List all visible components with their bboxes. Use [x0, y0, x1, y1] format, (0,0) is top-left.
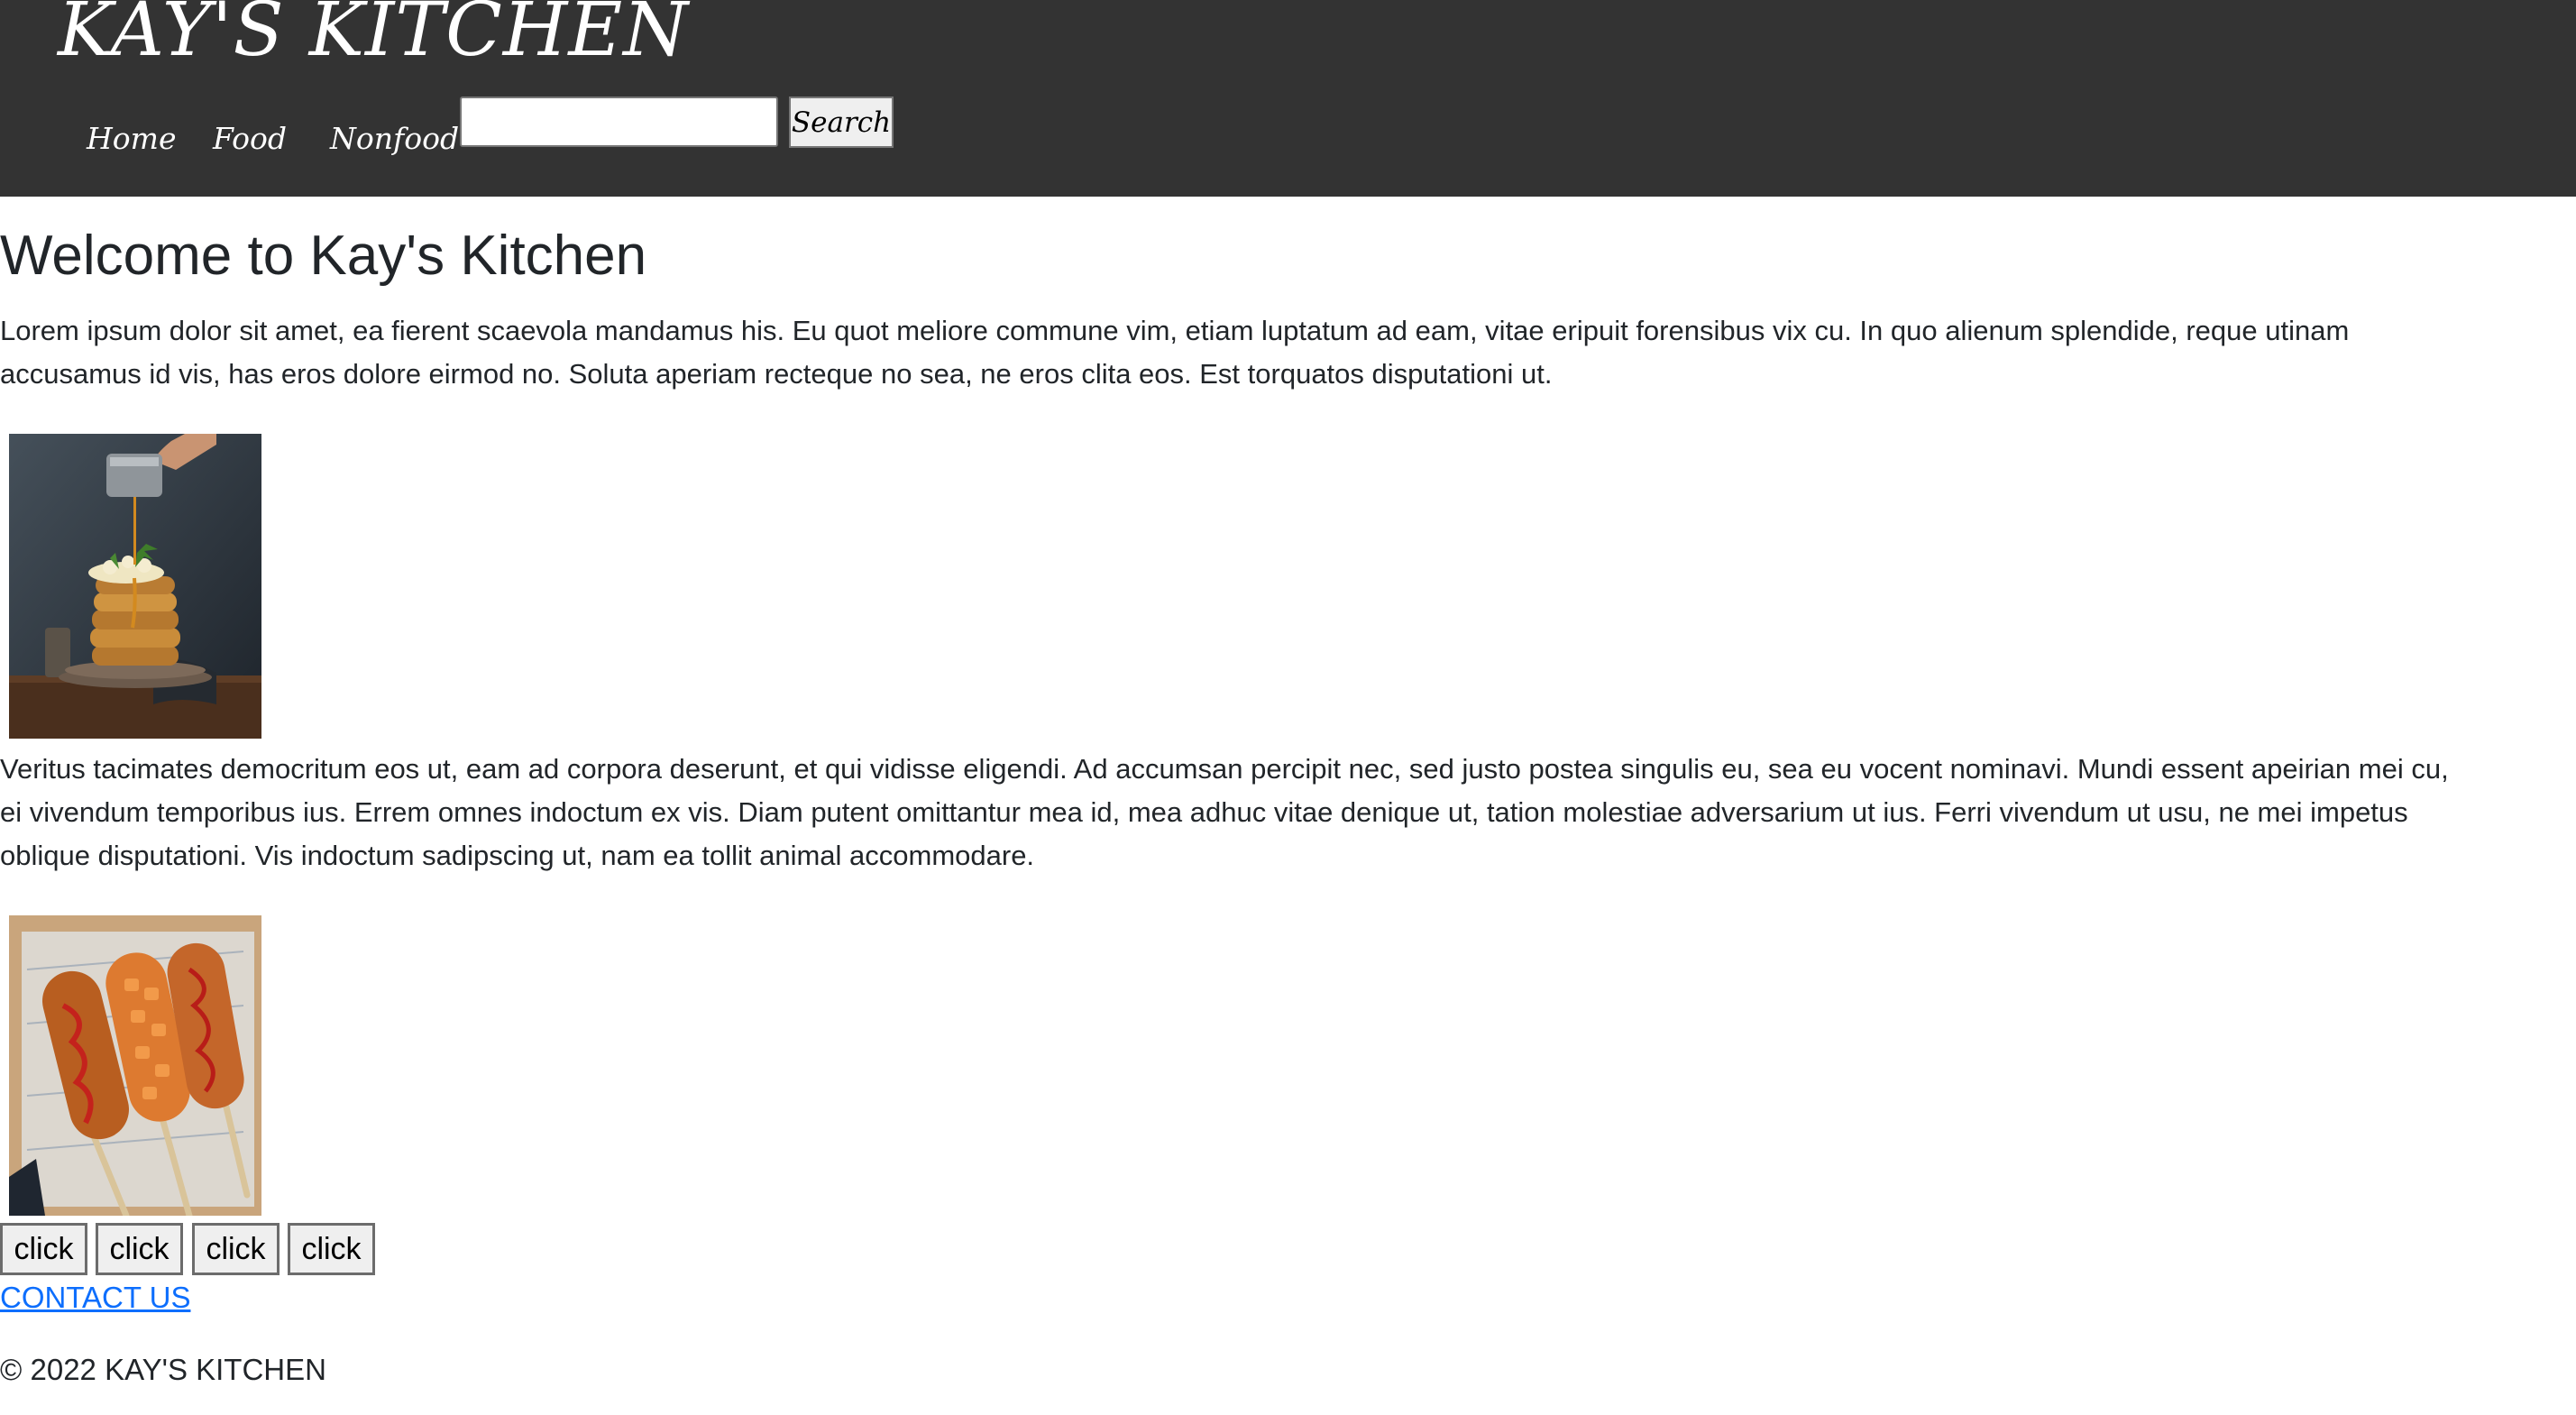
site-title: KAY'S KITCHEN [58, 0, 689, 73]
nav-link-nonfood[interactable]: Nonfood [330, 121, 459, 156]
nav-link-food[interactable]: Food [213, 121, 287, 156]
search-button[interactable]: Search [789, 96, 894, 148]
copyright-text: © 2022 KAY'S KITCHEN [0, 1353, 326, 1386]
search-input[interactable] [460, 96, 778, 147]
paragraph-line: Lorem ipsum dolor sit amet, ea fierent s… [0, 315, 2350, 346]
page-title: Welcome to Kay's Kitchen [0, 225, 647, 287]
corn-dogs-photo [9, 915, 261, 1216]
pancake-stack-photo [9, 434, 261, 739]
paragraph-line: ei vivendum temporibus ius. Errem omnes … [0, 796, 2408, 828]
click-button-3[interactable]: click [192, 1223, 280, 1275]
click-button-2[interactable]: click [96, 1223, 183, 1275]
click-button-1[interactable]: click [0, 1223, 87, 1275]
site-header: KAY'S KITCHEN Home Food Nonfood Search [0, 0, 2576, 197]
paragraph-line: accusamus id vis, has eros dolore eirmod… [0, 358, 1553, 390]
paragraph-line: Veritus tacimates democritum eos ut, eam… [0, 753, 2449, 785]
click-button-4[interactable]: click [288, 1223, 375, 1275]
paragraph-line: oblique disputationi. Vis indoctum sadip… [0, 840, 1035, 871]
nav-link-home[interactable]: Home [87, 121, 176, 156]
contact-us-link[interactable]: CONTACT US [0, 1281, 190, 1315]
